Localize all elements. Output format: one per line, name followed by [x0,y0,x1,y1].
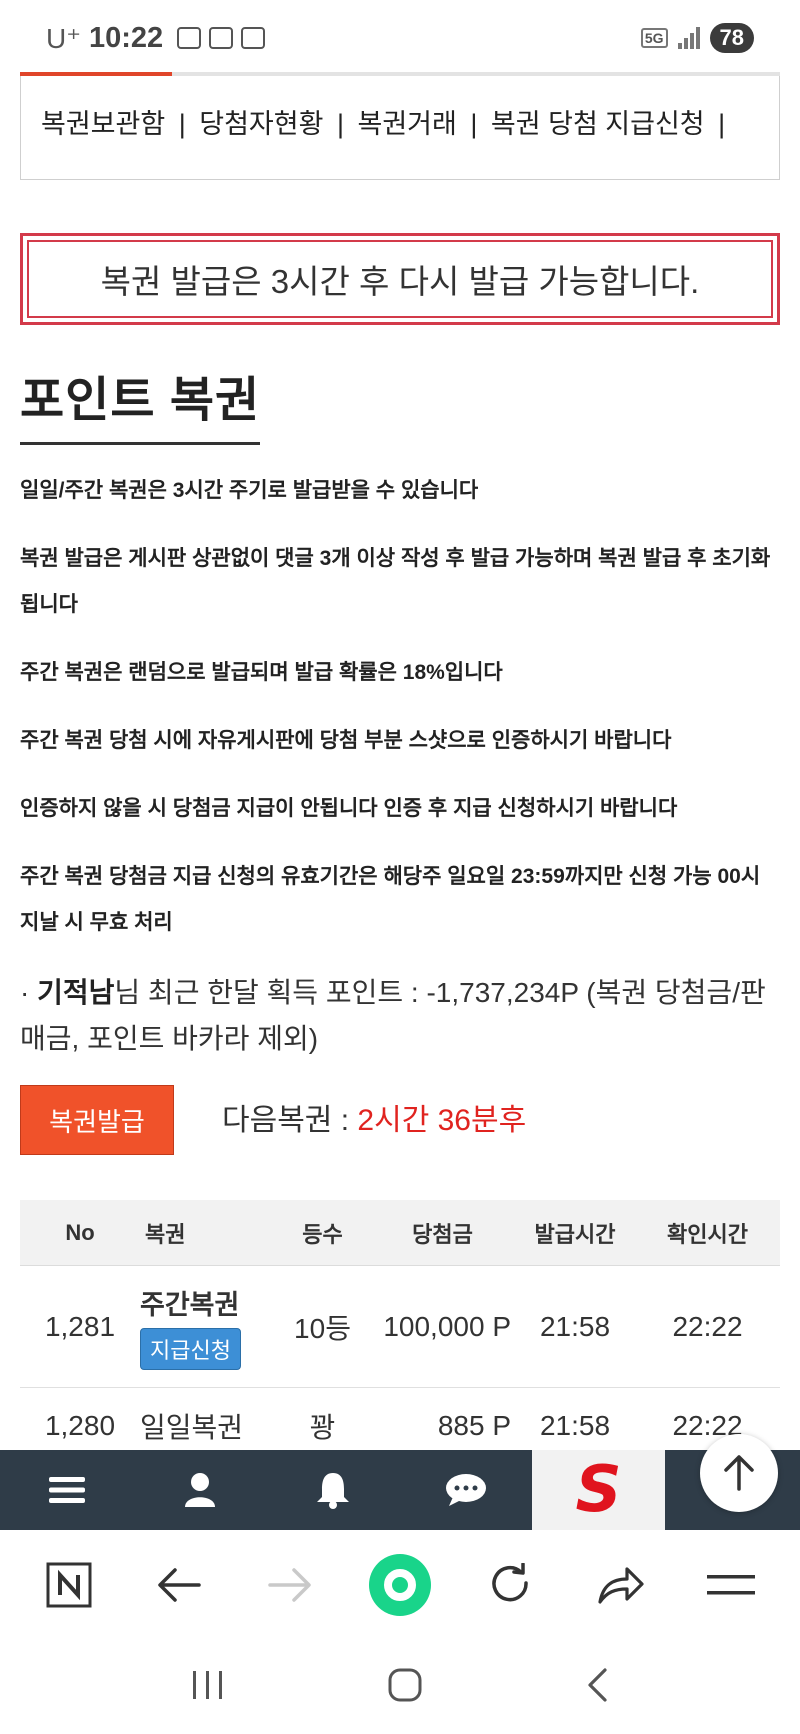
nav-item-winners[interactable]: 당첨자현황 [199,109,323,139]
lottery-nav: 복권보관함 | 당첨자현황 | 복권거래 | 복권 당첨 지급신청 | [20,76,780,180]
scroll-to-top-button[interactable] [700,1434,778,1512]
signal-icon [677,27,700,49]
user-button[interactable] [133,1450,266,1530]
points-bullet: · [20,977,30,1008]
back-button[interactable] [139,1545,219,1625]
system-navigation [0,1640,800,1734]
home-icon [388,1668,422,1701]
nav-separator: | [718,109,726,139]
header-no: No [65,1219,95,1245]
cell-prize: 885 P [437,1409,511,1441]
cell-checked-time: 22:22 [672,1409,743,1441]
cell-no: 1,281 [44,1310,116,1342]
nav-separator: | [470,109,478,139]
screenshot-icon [177,27,202,49]
rules-list: 일일/주간 복권은 3시간 주기로 발급받을 수 있습니다 복권 발급은 게시판… [20,468,780,968]
nav-item-payout-request[interactable]: 복권 당첨 지급신청 [491,109,705,139]
menu-icon [48,1477,85,1503]
header-lottery: 복권 [145,1221,186,1247]
page-title: 포인트 복권 [20,360,261,445]
battery-badge: 78 [709,23,754,53]
status-time: 10:22 [89,21,164,54]
issue-notice-text: 복권 발급은 3시간 후 다시 발급 가능합니다. [27,240,773,318]
rule-item: 주간 복권 당첨금 지급 신청의 유효기간은 해당주 일요일 23:59까지만 … [20,865,761,934]
browser-toolbar [0,1530,800,1640]
home-circle-icon [368,1554,431,1616]
header-prize: 당첨금 [412,1221,473,1247]
cell-issued-time: 21:58 [539,1409,611,1441]
issue-lottery-button[interactable]: 복권발급 [20,1085,174,1155]
cell-lottery: 주간복권 지급신청 [140,1283,275,1370]
green-home-button[interactable] [360,1545,440,1625]
recent-apps-button[interactable] [191,1669,225,1706]
nav-item-trade[interactable]: 복권거래 [358,109,457,139]
rule-item: 인증하지 않을 시 당첨금 지급이 안됩니다 인증 후 지급 신청하시기 바랍니… [20,797,678,820]
refresh-icon [492,1563,529,1602]
table-header: No 복권 등수 당첨금 발급시간 확인시간 [20,1200,780,1266]
logo-s: S [575,1453,622,1527]
rule-item: 주간 복권 당첨 시에 자유게시판에 당첨 부분 스샷으로 인증하시기 바랍니다 [20,729,672,752]
menu-lines-icon [706,1575,755,1595]
network-badge: 5G [640,28,668,48]
header-checked-time: 확인시간 [667,1221,748,1247]
payout-request-button[interactable]: 지급신청 [140,1328,241,1370]
carrier-label: U⁺ [46,22,81,54]
forward-arrow-icon [267,1568,311,1602]
chat-button[interactable] [399,1450,532,1530]
app-bottom-bar: S [0,1450,800,1530]
calendar-icon [209,27,234,49]
status-bar: U⁺ 10:22 5G 78 [0,0,800,76]
cell-prize: 100,000 P [383,1310,511,1342]
back-arrow-icon [158,1568,202,1602]
points-summary: · 기적남님 최근 한달 획득 포인트 : -1,737,234P (복권 당첨… [20,970,780,1062]
nav-item-lottery-box[interactable]: 복권보관함 [41,109,165,139]
back-icon [588,1667,607,1702]
refresh-button[interactable] [470,1545,550,1625]
bell-icon [316,1473,349,1509]
notification-button[interactable] [266,1450,399,1530]
browser-menu-button[interactable] [691,1545,771,1625]
header-rank: 등수 [302,1221,343,1247]
recent-apps-icon [193,1670,222,1699]
next-lottery-value: 2시간 36분후 [357,1104,527,1137]
next-lottery-label: 다음복권 : [222,1104,358,1137]
rule-item: 주간 복권은 랜덤으로 발급되며 발급 확률은 18%입니다 [20,661,503,684]
points-text: 님 최근 한달 획득 포인트 : -1,737,234P (복권 당첨금/판매금… [20,977,766,1054]
nav-separator: | [178,109,186,139]
naver-home-button[interactable] [29,1545,109,1625]
menu-button[interactable] [0,1450,133,1530]
cell-issued-time: 21:58 [539,1310,611,1342]
header-issued-time: 발급시간 [534,1221,616,1247]
points-username: 기적남 [37,977,115,1008]
status-right: 5G 78 [640,23,754,53]
naver-n-icon [46,1562,92,1608]
site-logo[interactable]: S [532,1450,665,1530]
cell-lottery-name: 주간복권 [140,1290,240,1320]
cell-rank: 10등 [294,1312,351,1344]
share-icon [597,1567,644,1604]
user-icon [184,1473,215,1507]
calendar-icon-2 [241,27,266,49]
forward-button[interactable] [250,1545,330,1625]
nav-separator: | [336,109,344,139]
issue-notice: 복권 발급은 3시간 후 다시 발급 가능합니다. [20,233,780,325]
share-button[interactable] [581,1545,661,1625]
rule-item: 일일/주간 복권은 3시간 주기로 발급받을 수 있습니다 [20,479,479,502]
next-lottery-timer: 다음복권 : 2시간 36분후 [222,1095,526,1139]
home-button[interactable] [387,1667,423,1708]
cell-lottery: 일일복권 [140,1411,244,1443]
lottery-table: No 복권 등수 당첨금 발급시간 확인시간 1,281 주간복권 지급신청 1… [20,1200,780,1464]
cell-checked-time: 22:22 [672,1310,743,1342]
arrow-up-icon [724,1455,754,1491]
rule-item: 복권 발급은 게시판 상관없이 댓글 3개 이상 작성 후 발급 가능하며 복권… [20,547,771,616]
chat-icon [445,1474,486,1506]
cell-rank: 꽝 [309,1411,336,1443]
system-back-button[interactable] [585,1667,609,1708]
cell-no: 1,280 [44,1409,116,1441]
table-row: 1,281 주간복권 지급신청 10등 100,000 P 21:58 22:2… [20,1266,780,1388]
